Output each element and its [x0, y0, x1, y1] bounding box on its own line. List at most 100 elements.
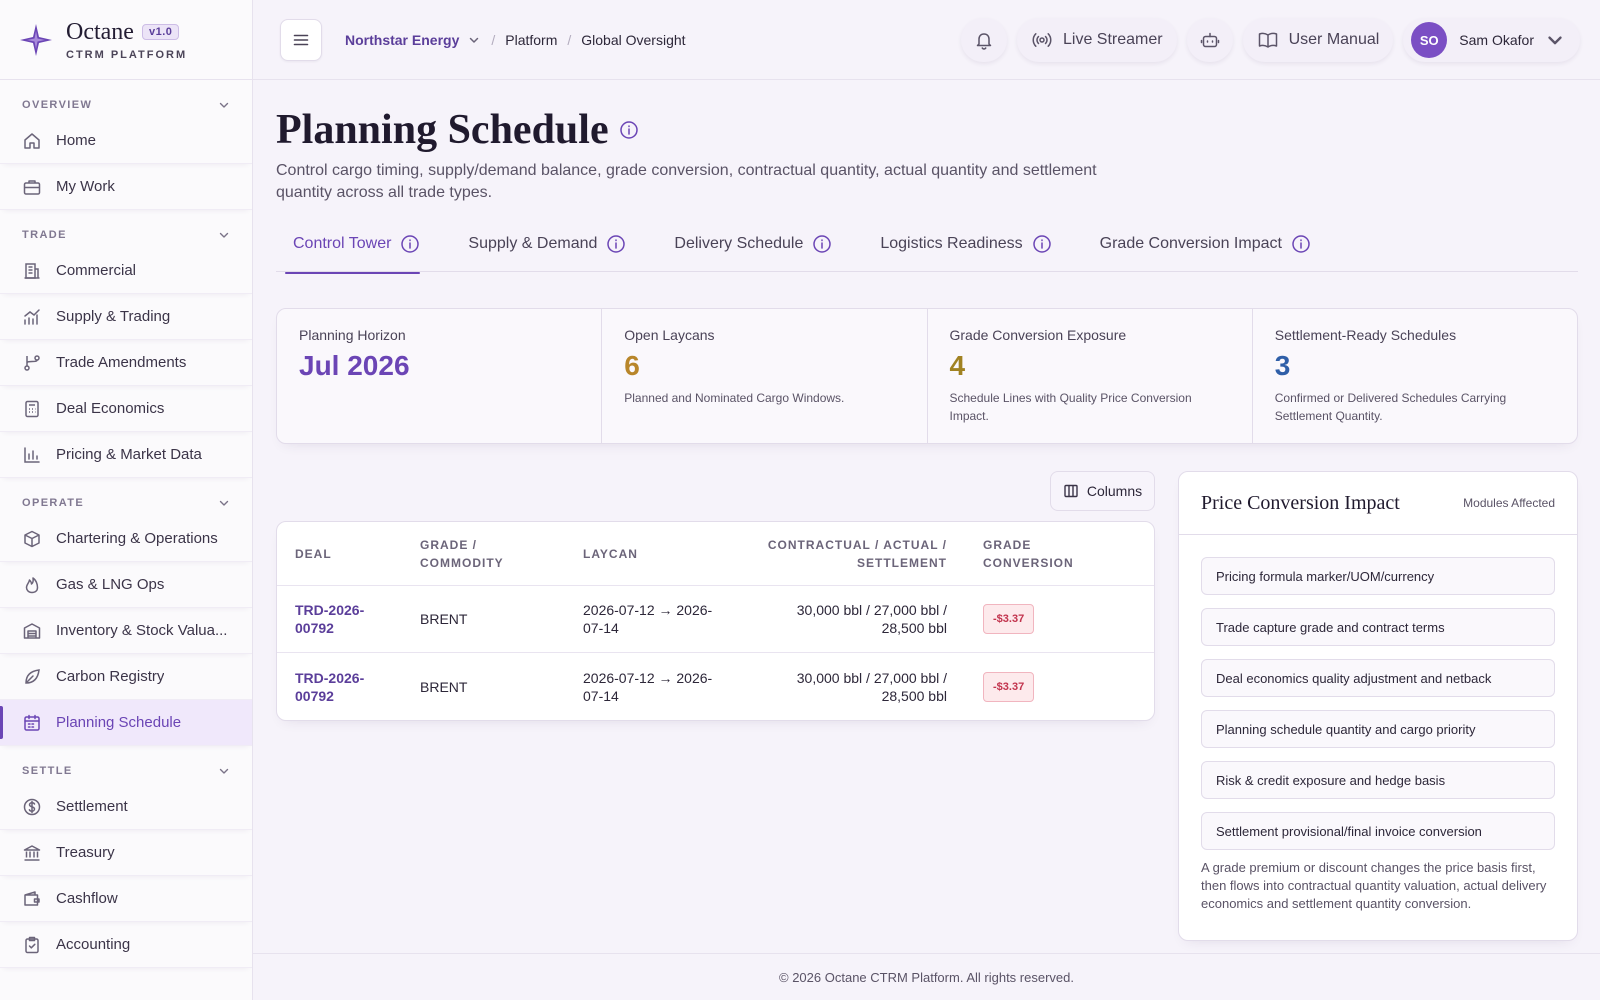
- brand: Octane v1.0 CTRM PLATFORM: [0, 0, 252, 80]
- menu-toggle-button[interactable]: [280, 18, 322, 61]
- tab-label: Delivery Schedule: [674, 235, 804, 252]
- notifications-button[interactable]: [961, 18, 1007, 62]
- tab-delivery-schedule[interactable]: Delivery Schedule: [657, 230, 841, 272]
- info-icon[interactable]: [606, 234, 626, 254]
- grade-conversion-badge: -$3.37: [983, 604, 1035, 634]
- nav-section-settle[interactable]: SETTLE: [0, 758, 252, 784]
- info-icon[interactable]: [400, 234, 420, 254]
- sidebar-item-trade-amendments[interactable]: Trade Amendments: [0, 340, 252, 386]
- breadcrumb-separator: /: [567, 31, 572, 48]
- affected-module-item[interactable]: Pricing formula marker/UOM/currency: [1201, 557, 1555, 595]
- sidebar-item-treasury[interactable]: Treasury: [0, 830, 252, 876]
- laycan-cell: 2026-07-12 → 2026-07-14: [583, 669, 713, 704]
- table-row[interactable]: TRD-2026-00792 BRENT 2026-07-12 → 2026-0…: [277, 586, 1154, 653]
- sidebar-item-pricing-market-data[interactable]: Pricing & Market Data: [0, 432, 252, 478]
- column-header-deal[interactable]: DEAL: [277, 545, 402, 563]
- affected-module-item[interactable]: Trade capture grade and contract terms: [1201, 608, 1555, 646]
- breadcrumb-global-oversight[interactable]: Global Oversight: [581, 32, 685, 48]
- sidebar-item-commercial[interactable]: Commercial: [0, 248, 252, 294]
- nav-section-overview[interactable]: OVERVIEW: [0, 92, 252, 118]
- column-header-laycan[interactable]: LAYCAN: [565, 545, 740, 563]
- sidebar-item-label: Chartering & Operations: [56, 530, 218, 547]
- tab-label: Grade Conversion Impact: [1099, 235, 1282, 252]
- sidebar-item-gas-lng-ops[interactable]: Gas & LNG Ops: [0, 562, 252, 608]
- column-header-grade[interactable]: GRADE / COMMODITY: [402, 536, 565, 572]
- tab-label: Logistics Readiness: [880, 235, 1023, 252]
- sidebar-item-planning-schedule[interactable]: Planning Schedule: [0, 700, 252, 746]
- user-menu-button[interactable]: SO Sam Okafor: [1403, 18, 1580, 62]
- user-manual-button[interactable]: User Manual: [1242, 18, 1394, 62]
- chevron-down-icon[interactable]: [467, 33, 481, 47]
- sidebar-item-cashflow[interactable]: Cashflow: [0, 876, 252, 922]
- warehouse-icon: [23, 622, 41, 639]
- sidebar-item-supply-trading[interactable]: Supply & Trading: [0, 294, 252, 340]
- columns-button[interactable]: Columns: [1050, 471, 1155, 511]
- quantities-cell: 30,000 bbl / 27,000 bbl / 28,500 bbl: [796, 602, 947, 636]
- affected-module-item[interactable]: Planning schedule quantity and cargo pri…: [1201, 710, 1555, 748]
- sidebar-item-settlement[interactable]: Settlement: [0, 784, 252, 830]
- tab-grade-conversion-impact[interactable]: Grade Conversion Impact: [1083, 230, 1320, 272]
- tab-supply-demand[interactable]: Supply & Demand: [451, 230, 635, 272]
- leaf-icon: [25, 668, 40, 684]
- schedule-table: DEAL GRADE / COMMODITY LAYCAN CONTRACTUA…: [276, 521, 1155, 721]
- sidebar-item-accounting[interactable]: Accounting: [0, 922, 252, 968]
- column-header-grade-conversion[interactable]: GRADE CONVERSION: [965, 536, 1140, 572]
- panel-note: A grade premium or discount changes the …: [1201, 860, 1547, 911]
- sidebar-item-home[interactable]: Home: [0, 118, 252, 164]
- sidebar-item-my-work[interactable]: My Work: [0, 164, 252, 210]
- chevron-down-icon: [219, 500, 229, 506]
- breadcrumb-platform[interactable]: Platform: [505, 32, 557, 48]
- tab-control-tower[interactable]: Control Tower: [276, 230, 429, 274]
- columns-icon: [1064, 484, 1078, 498]
- sidebar-item-carbon-registry[interactable]: Carbon Registry: [0, 654, 252, 700]
- sidebar-item-inventory[interactable]: Inventory & Stock Valua...: [0, 608, 252, 654]
- column-header-quantities[interactable]: CONTRACTUAL / ACTUAL / SETTLEMENT: [740, 536, 965, 572]
- affected-module-item[interactable]: Settlement provisional/final invoice con…: [1201, 812, 1555, 850]
- tab-logistics-readiness[interactable]: Logistics Readiness: [863, 230, 1060, 272]
- avatar: SO: [1411, 22, 1448, 58]
- package-icon: [24, 530, 40, 547]
- columns-button-label: Columns: [1086, 483, 1143, 499]
- info-icon[interactable]: [1291, 234, 1311, 254]
- nav-section-label: OPERATE: [22, 497, 85, 509]
- nav-section-operate[interactable]: OPERATE: [0, 490, 252, 516]
- kpi-value: 6: [624, 350, 640, 381]
- kpi-label: Settlement-Ready Schedules: [1274, 327, 1457, 343]
- sidebar-item-chartering-operations[interactable]: Chartering & Operations: [0, 516, 252, 562]
- assistant-bot-button[interactable]: [1186, 18, 1233, 62]
- deal-link[interactable]: TRD-2026-00792: [295, 602, 364, 636]
- bot-icon: [1200, 32, 1219, 48]
- info-icon[interactable]: [619, 120, 639, 140]
- footer-text: © 2026 Octane CTRM Platform. All rights …: [779, 969, 1074, 985]
- live-streamer-button[interactable]: Live Streamer: [1017, 18, 1177, 62]
- info-icon[interactable]: [1032, 234, 1052, 254]
- sidebar-item-label: Treasury: [56, 844, 115, 861]
- version-badge: v1.0: [141, 23, 180, 40]
- sidebar-item-deal-economics[interactable]: Deal Economics: [0, 386, 252, 432]
- home-icon: [24, 132, 40, 149]
- sidebar-item-label: Gas & LNG Ops: [56, 576, 165, 593]
- kpi-value: Jul 2026: [299, 350, 410, 381]
- table-row[interactable]: TRD-2026-00792 BRENT 2026-07-12 → 2026-0…: [277, 653, 1154, 720]
- info-icon[interactable]: [812, 234, 832, 254]
- calendar-icon: [24, 714, 40, 731]
- chevron-down-icon: [1548, 36, 1562, 45]
- page-description: Control cargo timing, supply/demand bala…: [276, 162, 1097, 201]
- affected-module-item[interactable]: Risk & credit exposure and hedge basis: [1201, 761, 1555, 799]
- kpi-strip: Planning Horizon Jul 2026 Open Laycans 6…: [276, 308, 1578, 444]
- user-manual-label: User Manual: [1288, 31, 1380, 48]
- deal-link[interactable]: TRD-2026-00792: [295, 670, 364, 704]
- nav-section-trade[interactable]: TRADE: [0, 222, 252, 248]
- sidebar-item-label: Settlement: [56, 798, 128, 815]
- sidebar-item-label: My Work: [56, 178, 115, 195]
- affected-module-item[interactable]: Deal economics quality adjustment and ne…: [1201, 659, 1555, 697]
- broadcast-icon: [1032, 33, 1052, 47]
- footer: © 2026 Octane CTRM Platform. All rights …: [253, 953, 1600, 1000]
- chevron-down-icon: [219, 768, 229, 774]
- top-actions: Live Streamer User Manual SO Sam Okafor: [961, 18, 1580, 62]
- kpi-label: Open Laycans: [624, 327, 715, 343]
- sidebar-item-label: Supply & Trading: [56, 308, 171, 325]
- user-name: Sam Okafor: [1459, 32, 1534, 48]
- nav-section-label: SETTLE: [22, 765, 73, 777]
- organization-selector[interactable]: Northstar Energy: [345, 32, 459, 48]
